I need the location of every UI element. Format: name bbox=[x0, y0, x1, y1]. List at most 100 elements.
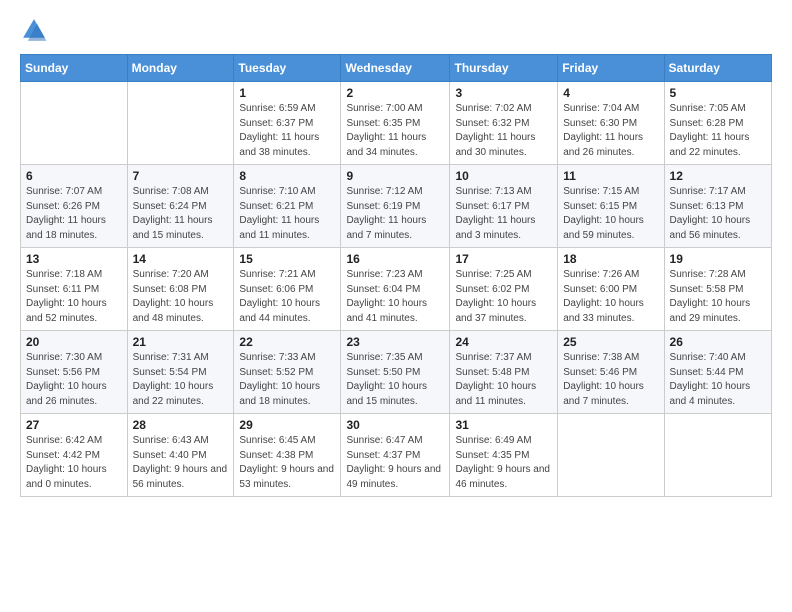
calendar-cell: 17 Sunrise: 7:25 AM Sunset: 6:02 PM Dayli… bbox=[450, 248, 558, 331]
day-number: 17 bbox=[455, 252, 552, 266]
calendar-cell: 30 Sunrise: 6:47 AM Sunset: 4:37 PM Dayli… bbox=[341, 414, 450, 497]
header-day-monday: Monday bbox=[127, 55, 234, 82]
calendar-cell: 13Sunrise: 7:18 AM Sunset: 6:11 PM Dayli… bbox=[21, 248, 128, 331]
day-info: Sunrise: 7:15 AM Sunset: 6:15 PM Dayligh… bbox=[563, 185, 658, 243]
week-row-2: 13Sunrise: 7:18 AM Sunset: 6:11 PM Dayli… bbox=[21, 248, 772, 331]
day-number: 21 bbox=[133, 335, 229, 349]
day-info: Sunrise: 7:35 AM Sunset: 5:50 PM Dayligh… bbox=[346, 351, 444, 409]
day-number: 18 bbox=[563, 252, 658, 266]
header-row: SundayMondayTuesdayWednesdayThursdayFrid… bbox=[21, 55, 772, 82]
calendar-cell bbox=[664, 414, 771, 497]
day-info: Sunrise: 7:18 AM Sunset: 6:11 PM Dayligh… bbox=[26, 268, 122, 326]
day-info: Sunrise: 7:20 AM Sunset: 6:08 PM Dayligh… bbox=[133, 268, 229, 326]
day-number: 12 bbox=[670, 169, 766, 183]
week-row-0: 1Sunrise: 6:59 AM Sunset: 6:37 PM Daylig… bbox=[21, 82, 772, 165]
day-number: 10 bbox=[455, 169, 552, 183]
day-number: 20 bbox=[26, 335, 122, 349]
day-number: 25 bbox=[563, 335, 658, 349]
page: SundayMondayTuesdayWednesdayThursdayFrid… bbox=[0, 0, 792, 612]
calendar-cell: 3 Sunrise: 7:02 AM Sunset: 6:32 PM Daylig… bbox=[450, 82, 558, 165]
header bbox=[20, 16, 772, 44]
header-day-sunday: Sunday bbox=[21, 55, 128, 82]
day-number: 28 bbox=[133, 418, 229, 432]
logo-icon bbox=[20, 16, 48, 44]
day-number: 29 bbox=[239, 418, 335, 432]
header-day-saturday: Saturday bbox=[664, 55, 771, 82]
calendar-header: SundayMondayTuesdayWednesdayThursdayFrid… bbox=[21, 55, 772, 82]
day-info: Sunrise: 7:10 AM Sunset: 6:21 PM Dayligh… bbox=[239, 185, 335, 243]
day-number: 31 bbox=[455, 418, 552, 432]
week-row-3: 20 Sunrise: 7:30 AM Sunset: 5:56 PM Dayli… bbox=[21, 331, 772, 414]
day-info: Sunrise: 7:07 AM Sunset: 6:26 PM Dayligh… bbox=[26, 185, 122, 243]
calendar-cell: 5Sunrise: 7:05 AM Sunset: 6:28 PM Daylig… bbox=[664, 82, 771, 165]
day-info: Sunrise: 7:12 AM Sunset: 6:19 PM Dayligh… bbox=[346, 185, 444, 243]
calendar-cell: 25Sunrise: 7:38 AM Sunset: 5:46 PM Dayli… bbox=[558, 331, 664, 414]
day-info: Sunrise: 7:00 AM Sunset: 6:35 PM Dayligh… bbox=[346, 102, 444, 160]
day-info: Sunrise: 6:43 AM Sunset: 4:40 PM Dayligh… bbox=[133, 434, 229, 492]
header-day-wednesday: Wednesday bbox=[341, 55, 450, 82]
calendar-cell: 23 Sunrise: 7:35 AM Sunset: 5:50 PM Dayli… bbox=[341, 331, 450, 414]
calendar-cell: 31 Sunrise: 6:49 AM Sunset: 4:35 PM Dayli… bbox=[450, 414, 558, 497]
calendar-cell: 21 Sunrise: 7:31 AM Sunset: 5:54 PM Dayli… bbox=[127, 331, 234, 414]
calendar-cell bbox=[21, 82, 128, 165]
day-info: Sunrise: 7:02 AM Sunset: 6:32 PM Dayligh… bbox=[455, 102, 552, 160]
day-number: 22 bbox=[239, 335, 335, 349]
day-number: 4 bbox=[563, 86, 658, 100]
day-number: 26 bbox=[670, 335, 766, 349]
calendar-cell: 4 Sunrise: 7:04 AM Sunset: 6:30 PM Daylig… bbox=[558, 82, 664, 165]
day-number: 23 bbox=[346, 335, 444, 349]
week-row-4: 27 Sunrise: 6:42 AM Sunset: 4:42 PM Dayli… bbox=[21, 414, 772, 497]
day-info: Sunrise: 7:31 AM Sunset: 5:54 PM Dayligh… bbox=[133, 351, 229, 409]
calendar-cell bbox=[558, 414, 664, 497]
calendar-cell: 14Sunrise: 7:20 AM Sunset: 6:08 PM Dayli… bbox=[127, 248, 234, 331]
logo bbox=[20, 16, 52, 44]
day-number: 2 bbox=[346, 86, 444, 100]
day-info: Sunrise: 6:42 AM Sunset: 4:42 PM Dayligh… bbox=[26, 434, 122, 492]
day-number: 15 bbox=[239, 252, 335, 266]
calendar-cell: 26 Sunrise: 7:40 AM Sunset: 5:44 PM Dayli… bbox=[664, 331, 771, 414]
calendar-cell: 24Sunrise: 7:37 AM Sunset: 5:48 PM Dayli… bbox=[450, 331, 558, 414]
day-info: Sunrise: 7:04 AM Sunset: 6:30 PM Dayligh… bbox=[563, 102, 658, 160]
calendar-cell: 10 Sunrise: 7:13 AM Sunset: 6:17 PM Dayli… bbox=[450, 165, 558, 248]
calendar-body: 1Sunrise: 6:59 AM Sunset: 6:37 PM Daylig… bbox=[21, 82, 772, 497]
calendar-cell: 12 Sunrise: 7:17 AM Sunset: 6:13 PM Dayli… bbox=[664, 165, 771, 248]
calendar-cell bbox=[127, 82, 234, 165]
day-number: 19 bbox=[670, 252, 766, 266]
day-info: Sunrise: 7:25 AM Sunset: 6:02 PM Dayligh… bbox=[455, 268, 552, 326]
day-number: 1 bbox=[239, 86, 335, 100]
calendar-cell: 16 Sunrise: 7:23 AM Sunset: 6:04 PM Dayli… bbox=[341, 248, 450, 331]
day-info: Sunrise: 7:40 AM Sunset: 5:44 PM Dayligh… bbox=[670, 351, 766, 409]
day-info: Sunrise: 7:33 AM Sunset: 5:52 PM Dayligh… bbox=[239, 351, 335, 409]
day-info: Sunrise: 6:47 AM Sunset: 4:37 PM Dayligh… bbox=[346, 434, 444, 492]
day-info: Sunrise: 6:49 AM Sunset: 4:35 PM Dayligh… bbox=[455, 434, 552, 492]
day-info: Sunrise: 7:21 AM Sunset: 6:06 PM Dayligh… bbox=[239, 268, 335, 326]
calendar-cell: 29Sunrise: 6:45 AM Sunset: 4:38 PM Dayli… bbox=[234, 414, 341, 497]
calendar-cell: 18Sunrise: 7:26 AM Sunset: 6:00 PM Dayli… bbox=[558, 248, 664, 331]
calendar-cell: 2 Sunrise: 7:00 AM Sunset: 6:35 PM Daylig… bbox=[341, 82, 450, 165]
header-day-friday: Friday bbox=[558, 55, 664, 82]
day-number: 27 bbox=[26, 418, 122, 432]
day-number: 8 bbox=[239, 169, 335, 183]
calendar-cell: 20 Sunrise: 7:30 AM Sunset: 5:56 PM Dayli… bbox=[21, 331, 128, 414]
day-number: 30 bbox=[346, 418, 444, 432]
day-number: 3 bbox=[455, 86, 552, 100]
day-info: Sunrise: 7:28 AM Sunset: 5:58 PM Dayligh… bbox=[670, 268, 766, 326]
day-info: Sunrise: 7:13 AM Sunset: 6:17 PM Dayligh… bbox=[455, 185, 552, 243]
calendar-cell: 22 Sunrise: 7:33 AM Sunset: 5:52 PM Dayli… bbox=[234, 331, 341, 414]
day-info: Sunrise: 7:30 AM Sunset: 5:56 PM Dayligh… bbox=[26, 351, 122, 409]
header-day-thursday: Thursday bbox=[450, 55, 558, 82]
calendar-cell: 9Sunrise: 7:12 AM Sunset: 6:19 PM Daylig… bbox=[341, 165, 450, 248]
calendar-cell: 11 Sunrise: 7:15 AM Sunset: 6:15 PM Dayli… bbox=[558, 165, 664, 248]
header-day-tuesday: Tuesday bbox=[234, 55, 341, 82]
day-number: 16 bbox=[346, 252, 444, 266]
calendar-cell: 7 Sunrise: 7:08 AM Sunset: 6:24 PM Daylig… bbox=[127, 165, 234, 248]
calendar-cell: 27 Sunrise: 6:42 AM Sunset: 4:42 PM Dayli… bbox=[21, 414, 128, 497]
day-number: 11 bbox=[563, 169, 658, 183]
day-number: 7 bbox=[133, 169, 229, 183]
day-info: Sunrise: 7:08 AM Sunset: 6:24 PM Dayligh… bbox=[133, 185, 229, 243]
day-number: 6 bbox=[26, 169, 122, 183]
day-info: Sunrise: 7:17 AM Sunset: 6:13 PM Dayligh… bbox=[670, 185, 766, 243]
day-info: Sunrise: 7:37 AM Sunset: 5:48 PM Dayligh… bbox=[455, 351, 552, 409]
day-info: Sunrise: 7:23 AM Sunset: 6:04 PM Dayligh… bbox=[346, 268, 444, 326]
calendar-cell: 15 Sunrise: 7:21 AM Sunset: 6:06 PM Dayli… bbox=[234, 248, 341, 331]
